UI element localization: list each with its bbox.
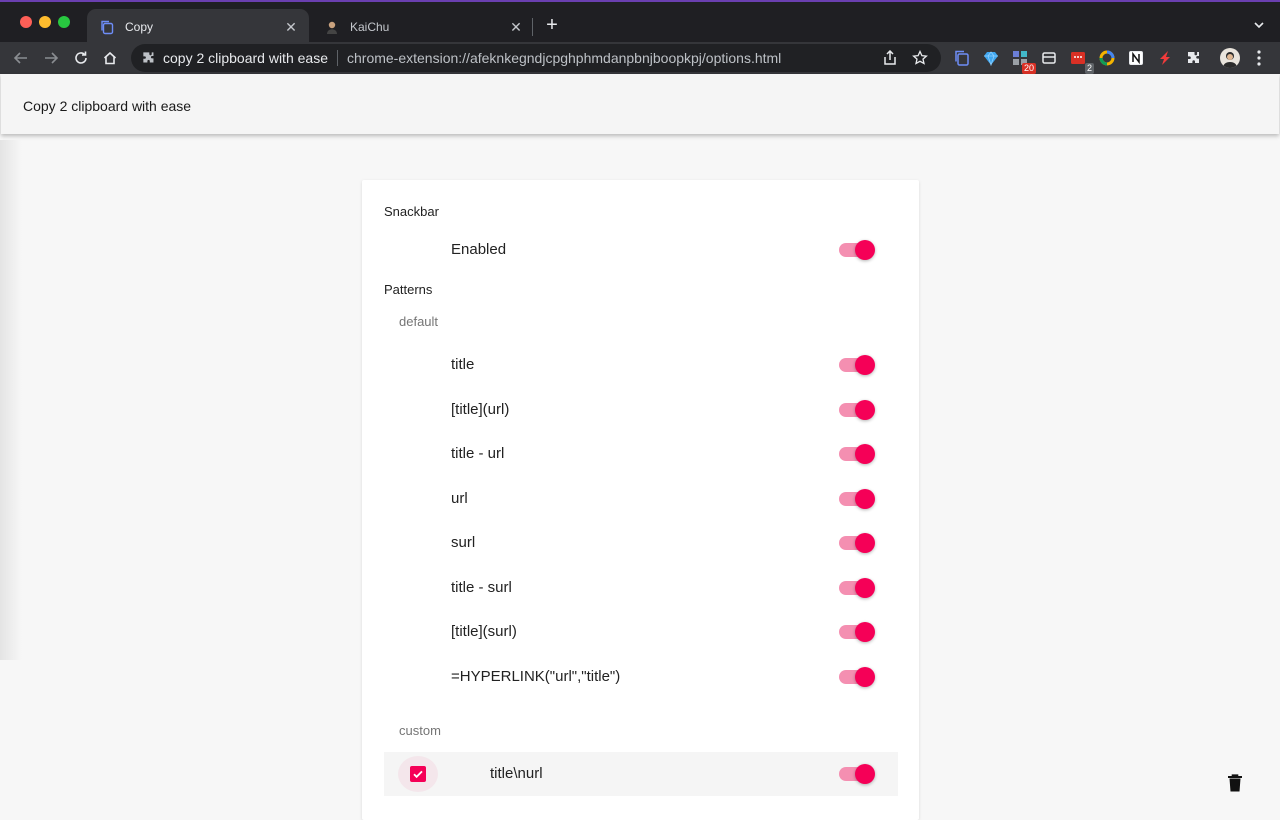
- snackbar-enabled-row: Enabled: [362, 230, 919, 270]
- pattern-row-markdown-surl: [title](surl): [362, 612, 919, 652]
- close-window-button[interactable]: [20, 16, 32, 28]
- gem-icon[interactable]: [981, 48, 1001, 68]
- color-ring-icon[interactable]: [1097, 48, 1117, 68]
- back-arrow-icon[interactable]: [12, 49, 30, 67]
- page-title: Copy 2 clipboard with ease: [23, 98, 192, 114]
- minimize-window-button[interactable]: [39, 16, 51, 28]
- reload-icon[interactable]: [72, 49, 90, 67]
- snackbar-enabled-toggle[interactable]: [839, 240, 875, 260]
- copy-favicon-icon: [99, 19, 115, 35]
- home-icon[interactable]: [101, 49, 119, 67]
- extension-badge: 2: [1084, 63, 1094, 74]
- option-label: =HYPERLINK("url","title"): [451, 668, 621, 685]
- tab-strip: Copy ✕ KaiChu ✕ +: [0, 0, 1280, 44]
- red-calendar-icon[interactable]: 2: [1068, 48, 1094, 74]
- options-card: Snackbar Enabled Patterns default title …: [362, 180, 919, 820]
- tab-copy[interactable]: Copy ✕: [87, 9, 309, 44]
- pattern-row-markdown-url: [title](url): [362, 390, 919, 430]
- site-name: copy 2 clipboard with ease: [163, 50, 328, 66]
- snackbar-heading: Snackbar: [384, 204, 439, 219]
- pattern-toggle[interactable]: [839, 622, 875, 642]
- option-label: surl: [451, 534, 476, 551]
- custom-pattern-checkbox[interactable]: [410, 766, 426, 782]
- address-bar[interactable]: copy 2 clipboard with ease chrome-extens…: [131, 44, 941, 72]
- bookmark-star-icon[interactable]: [911, 49, 929, 67]
- avatar[interactable]: [1220, 48, 1240, 68]
- tab-separator: [532, 18, 533, 36]
- more-menu-icon[interactable]: [1252, 49, 1266, 67]
- pattern-toggle[interactable]: [839, 444, 875, 464]
- app-bar: Copy 2 clipboard with ease: [1, 74, 1279, 134]
- option-label: title - url: [451, 445, 505, 462]
- close-icon[interactable]: ✕: [508, 19, 524, 35]
- option-label: title: [451, 356, 475, 373]
- inbox-icon[interactable]: [1039, 48, 1059, 68]
- puzzle-icon[interactable]: [1184, 48, 1204, 68]
- trash-icon[interactable]: [1227, 774, 1243, 792]
- custom-patterns-heading: custom: [399, 723, 441, 738]
- pattern-toggle[interactable]: [839, 578, 875, 598]
- share-icon[interactable]: [881, 49, 899, 67]
- tab-kaichu[interactable]: KaiChu ✕: [312, 9, 534, 44]
- new-tab-button[interactable]: +: [543, 15, 561, 35]
- pattern-toggle[interactable]: [839, 489, 875, 509]
- option-label: title\nurl: [490, 765, 543, 782]
- pattern-toggle[interactable]: [839, 533, 875, 553]
- option-label: url: [451, 490, 468, 507]
- lightning-icon[interactable]: [1155, 48, 1175, 68]
- option-label: [title](url): [451, 401, 510, 418]
- pattern-row-title-url: title - url: [362, 434, 919, 474]
- forward-arrow-icon[interactable]: [42, 49, 60, 67]
- pattern-row-title-surl: title - surl: [362, 568, 919, 608]
- extension-badge: 20: [1021, 63, 1036, 74]
- drawer-shadow: [0, 140, 22, 660]
- pattern-toggle[interactable]: [839, 667, 875, 687]
- copy-extension-icon[interactable]: [952, 48, 972, 68]
- url-text[interactable]: chrome-extension://afeknkegndjcpghphmdan…: [347, 50, 881, 66]
- puzzle-icon: [141, 50, 157, 66]
- patterns-heading: Patterns: [384, 282, 433, 297]
- notion-icon[interactable]: [1126, 48, 1146, 68]
- tab-title: KaiChu: [350, 19, 390, 34]
- option-label: title - surl: [451, 579, 512, 596]
- pattern-row-surl: surl: [362, 523, 919, 563]
- check-icon: [413, 770, 423, 779]
- tab-title: Copy: [125, 19, 154, 34]
- zoom-window-button[interactable]: [58, 16, 70, 28]
- pattern-row-title: title: [362, 345, 919, 385]
- custom-pattern-row[interactable]: title\nurl: [384, 752, 898, 796]
- browser-toolbar: copy 2 clipboard with ease chrome-extens…: [0, 42, 1280, 74]
- pattern-toggle[interactable]: [839, 355, 875, 375]
- extension-tray: 20 2: [952, 48, 1213, 74]
- pattern-row-hyperlink: =HYPERLINK("url","title"): [362, 657, 919, 697]
- pattern-toggle[interactable]: [839, 400, 875, 420]
- omnibox-divider: [337, 50, 338, 66]
- grid-extension-icon[interactable]: 20: [1010, 48, 1036, 74]
- custom-pattern-toggle[interactable]: [839, 764, 875, 784]
- chevron-down-icon[interactable]: [1252, 18, 1266, 32]
- default-patterns-heading: default: [399, 314, 439, 329]
- pattern-row-url: url: [362, 479, 919, 519]
- option-label: Enabled: [451, 241, 507, 258]
- person-favicon-icon: [324, 19, 340, 35]
- option-label: [title](surl): [451, 623, 517, 640]
- close-icon[interactable]: ✕: [283, 19, 299, 35]
